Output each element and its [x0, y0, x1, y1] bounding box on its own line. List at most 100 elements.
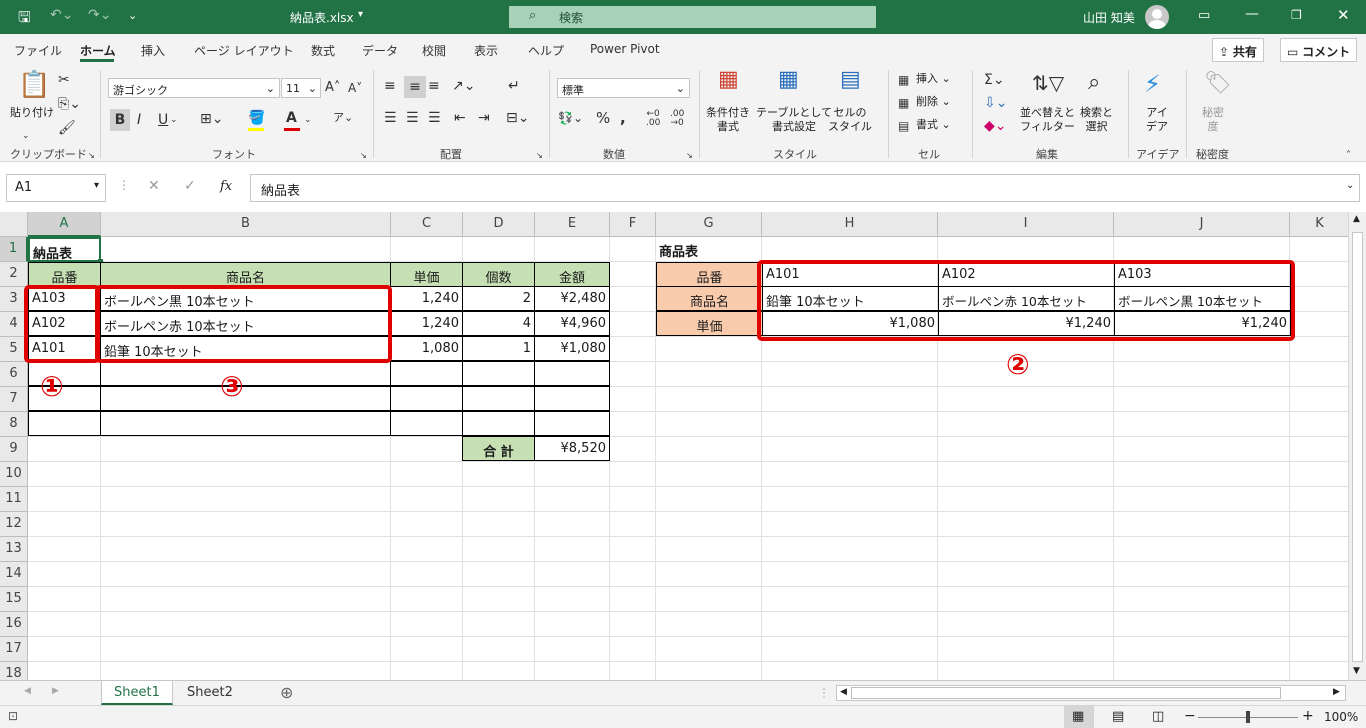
font-size-select[interactable]: 11 ⌄	[281, 78, 321, 98]
sensitivity-icon[interactable]: 🏷	[1204, 70, 1232, 98]
product-row-label[interactable]: 商品名	[656, 286, 763, 311]
borders-icon[interactable]: ⊞⌄	[200, 111, 223, 127]
row-header-11[interactable]: 11	[0, 487, 28, 512]
font-name-select[interactable]: 游ゴシック ⌄	[108, 78, 280, 98]
sort-filter-button[interactable]: 並べ替えと フィルター	[1020, 106, 1075, 134]
decrease-decimal-icon[interactable]: .00 →0	[670, 110, 684, 128]
align-right-icon[interactable]: ☰	[428, 110, 441, 126]
save-icon[interactable]: 🖫	[18, 7, 31, 32]
percent-icon[interactable]: %	[596, 110, 610, 126]
table-cell[interactable]	[462, 361, 535, 386]
table-cell[interactable]: ¥2,480	[534, 286, 610, 311]
paste-dropdown-icon[interactable]: ⌄	[22, 128, 30, 144]
column-header-i[interactable]: I	[938, 212, 1114, 237]
zoom-out-icon[interactable]: −	[1184, 708, 1196, 724]
tab-formulas[interactable]: 数式	[311, 42, 335, 59]
italic-button[interactable]: I	[137, 112, 141, 128]
minimize-icon[interactable]: —	[1245, 6, 1259, 22]
cancel-icon[interactable]: ✕	[148, 178, 160, 194]
format-cells-icon[interactable]: ▤	[898, 118, 909, 134]
bold-button[interactable]: B	[110, 109, 130, 131]
table-cell[interactable]	[100, 361, 391, 386]
ideas-icon[interactable]: ⚡	[1144, 70, 1161, 98]
table-cell[interactable]	[28, 411, 101, 436]
fill-icon[interactable]: ⇩⌄	[984, 95, 1007, 111]
row-header-1[interactable]: 1	[0, 237, 28, 262]
table-cell[interactable]: 2	[462, 286, 535, 311]
row-header-15[interactable]: 15	[0, 587, 28, 612]
number-format-select[interactable]: 標準 ⌄	[557, 78, 690, 98]
find-select-button[interactable]: 検索と 選択	[1080, 106, 1113, 134]
header-cell[interactable]: 単価	[390, 262, 463, 287]
clear-icon[interactable]: ◆⌄	[984, 118, 1007, 134]
product-row-label[interactable]: 品番	[656, 262, 763, 287]
align-top-icon[interactable]: ≡	[384, 78, 396, 94]
copy-icon[interactable]: ⎘⌄	[58, 96, 81, 112]
autosum-icon[interactable]: Σ⌄	[984, 72, 1005, 88]
tab-home[interactable]: ホーム	[80, 42, 116, 59]
close-icon[interactable]: ✕	[1337, 6, 1350, 24]
tab-page-layout[interactable]: ページ レイアウト	[194, 42, 294, 59]
horizontal-scrollbar[interactable]: ◀ ▶	[836, 685, 1346, 701]
sort-filter-icon[interactable]: ⇅▽	[1032, 70, 1064, 96]
column-header-a[interactable]: A	[28, 212, 101, 237]
table-cell[interactable]: 1,080	[390, 336, 463, 361]
scroll-down-icon[interactable]: ▼	[1353, 666, 1360, 676]
formula-input[interactable]: 納品表	[250, 174, 1360, 202]
macro-record-icon[interactable]: ⊡	[8, 709, 18, 723]
increase-decimal-icon[interactable]: ←0.00	[646, 110, 660, 128]
header-cell[interactable]: 商品名	[100, 262, 391, 287]
table-cell[interactable]: ¥4,960	[534, 311, 610, 336]
zoom-slider-thumb[interactable]	[1246, 711, 1250, 723]
delete-cells-button[interactable]: 削除 ⌄	[916, 95, 951, 109]
column-header-g[interactable]: G	[656, 212, 762, 237]
cut-icon[interactable]: ✂	[58, 72, 70, 88]
format-as-table-icon[interactable]: ▦	[778, 69, 799, 91]
page-break-view-icon[interactable]: ◫	[1152, 709, 1164, 724]
share-button[interactable]: ⇪ 共有	[1212, 38, 1264, 62]
row-header-7[interactable]: 7	[0, 387, 28, 412]
tab-help[interactable]: ヘルプ	[528, 42, 564, 59]
scroll-right-icon[interactable]: ▶	[1333, 687, 1340, 697]
table-cell[interactable]	[534, 361, 610, 386]
font-color-icon[interactable]: A	[286, 110, 297, 126]
header-cell[interactable]: 個数	[462, 262, 535, 287]
title-chevron-down-icon[interactable]: ▾	[358, 9, 363, 20]
zoom-in-icon[interactable]: +	[1302, 708, 1314, 724]
tab-view[interactable]: 表示	[474, 42, 498, 59]
table-cell[interactable]: 1,240	[390, 311, 463, 336]
decrease-font-icon[interactable]: A˅	[348, 80, 362, 96]
table-cell[interactable]: 1	[462, 336, 535, 361]
search-box[interactable]: ⌕ 検索	[509, 6, 876, 28]
tab-review[interactable]: 校閲	[422, 42, 446, 59]
ribbon-display-icon[interactable]: ▭	[1198, 8, 1210, 23]
row-header-16[interactable]: 16	[0, 612, 28, 637]
increase-font-icon[interactable]: A˄	[325, 80, 340, 96]
delete-cells-icon[interactable]: ▦	[898, 95, 909, 111]
table-cell[interactable]	[534, 386, 610, 411]
total-value-cell[interactable]: ¥8,520	[534, 436, 610, 461]
product-row-label[interactable]: 単価	[656, 311, 763, 336]
row-header-13[interactable]: 13	[0, 537, 28, 562]
row-header-2[interactable]: 2	[0, 262, 28, 287]
zoom-level[interactable]: 100%	[1324, 710, 1358, 724]
header-cell[interactable]: 品番	[28, 262, 101, 287]
cell-a1[interactable]: 納品表	[28, 237, 101, 262]
accounting-format-icon[interactable]: 💱⌄	[558, 110, 583, 126]
page-layout-view-icon[interactable]: ▤	[1112, 709, 1124, 724]
row-header-18[interactable]: 18	[0, 662, 28, 680]
cell-styles-icon[interactable]: ▤	[840, 69, 861, 91]
table-cell[interactable]	[390, 411, 463, 436]
cell-styles-button[interactable]: セルの スタイル	[828, 106, 872, 134]
align-center-icon[interactable]: ☰	[406, 110, 419, 126]
table-cell[interactable]: 4	[462, 311, 535, 336]
scroll-up-icon[interactable]: ▲	[1353, 214, 1360, 224]
tab-file[interactable]: ファイル	[14, 42, 62, 59]
normal-view-icon[interactable]: ▦	[1072, 709, 1084, 724]
enter-icon[interactable]: ✓	[184, 178, 196, 194]
align-middle-icon[interactable]: ≡	[404, 76, 426, 98]
underline-dropdown-icon[interactable]: ⌄	[170, 112, 178, 128]
align-left-icon[interactable]: ☰	[384, 110, 397, 126]
row-header-9[interactable]: 9	[0, 437, 28, 462]
table-cell[interactable]	[100, 386, 391, 411]
